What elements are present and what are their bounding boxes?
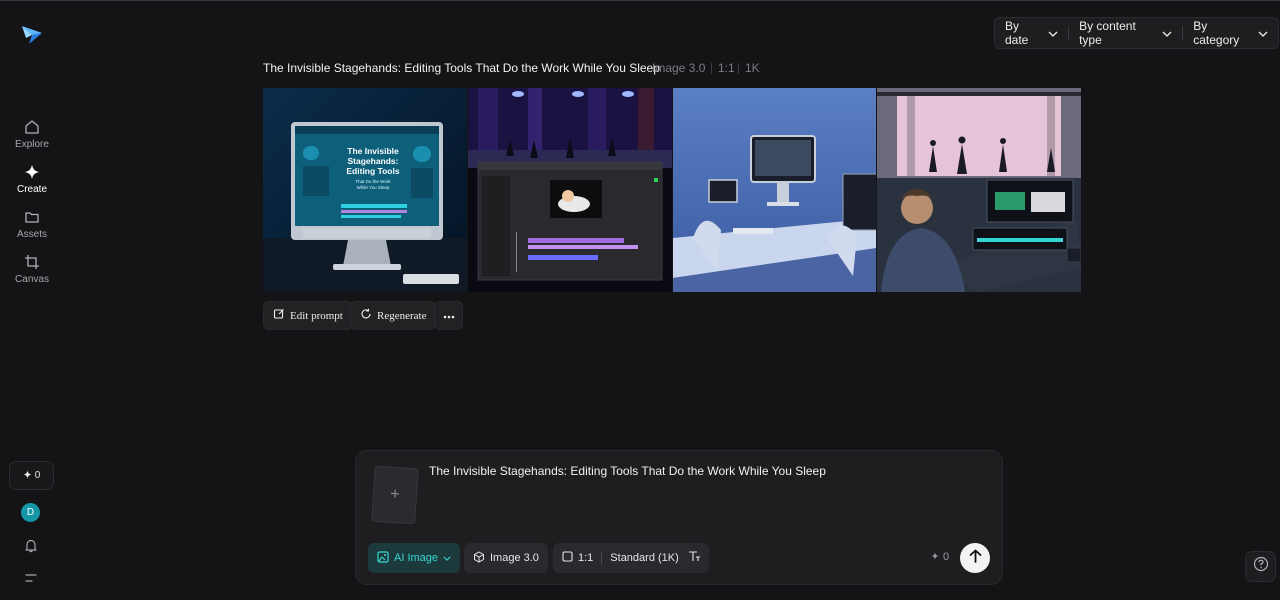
help-button[interactable] xyxy=(1245,551,1276,582)
credits-value: 0 xyxy=(34,470,41,481)
top-border xyxy=(0,0,1280,1)
result-title: The Invisible Stagehands: Editing Tools … xyxy=(263,61,660,75)
regenerate-button[interactable]: Regenerate xyxy=(350,301,437,330)
sparkle-icon xyxy=(23,470,32,482)
generation-cost: 0 xyxy=(931,551,949,563)
result-gallery: The Invisible Stagehands: Editing Tools … xyxy=(263,88,1081,292)
prompt-input[interactable]: The Invisible Stagehands: Editing Tools … xyxy=(429,464,969,478)
result-resolution: 1K xyxy=(745,61,760,75)
folder-icon xyxy=(23,208,41,226)
quality-label: Standard (1K) xyxy=(610,552,679,564)
credits-counter[interactable]: 0 xyxy=(9,461,54,490)
home-icon xyxy=(23,118,41,136)
image-text-line1: The Invisible xyxy=(347,146,399,156)
text-size-icon xyxy=(688,550,701,566)
divider xyxy=(601,552,603,564)
sidebar-item-label: Canvas xyxy=(15,274,49,285)
chevron-down-icon xyxy=(1162,26,1172,40)
edit-icon xyxy=(273,308,285,323)
sidebar-item-label: Assets xyxy=(16,229,47,240)
generated-image-4[interactable] xyxy=(877,88,1081,292)
image-text-line5: While You Sleep xyxy=(357,185,390,190)
model-label: Image 3.0 xyxy=(490,552,539,564)
model-selector[interactable]: Image 3.0 xyxy=(464,543,548,573)
cube-icon xyxy=(473,550,485,566)
sidebar-item-canvas[interactable]: Canvas xyxy=(0,253,64,285)
divider xyxy=(711,63,712,74)
image-icon xyxy=(377,550,389,566)
regenerate-label: Regenerate xyxy=(377,309,427,322)
image-text-line3: Editing Tools xyxy=(346,166,399,176)
upload-reference-button[interactable]: + xyxy=(371,465,419,525)
crop-icon xyxy=(23,253,41,271)
sidebar-item-label: Explore xyxy=(15,139,49,150)
edit-prompt-button[interactable]: Edit prompt xyxy=(263,301,353,330)
menu-icon[interactable] xyxy=(23,570,39,586)
cost-value: 0 xyxy=(943,551,950,563)
more-options-button[interactable] xyxy=(434,301,463,330)
sparkle-icon xyxy=(23,163,41,181)
app-logo-icon[interactable] xyxy=(20,22,44,46)
filter-by-date[interactable]: By date xyxy=(995,18,1068,48)
generated-image-1[interactable]: The Invisible Stagehands: Editing Tools … xyxy=(263,88,467,292)
result-model: Image 3.0 xyxy=(652,61,706,75)
sidebar-item-explore[interactable]: Explore xyxy=(0,118,64,150)
bell-icon[interactable] xyxy=(23,537,39,553)
mode-selector[interactable]: AI Image xyxy=(368,543,461,573)
square-icon xyxy=(562,551,573,565)
avatar[interactable]: D xyxy=(21,503,40,522)
refresh-icon xyxy=(360,308,372,323)
filter-label: By category xyxy=(1193,19,1240,47)
ratio-label: 1:1 xyxy=(578,552,594,564)
image-text-line4: That Do the Work xyxy=(355,179,391,184)
result-ratio: 1:1 xyxy=(718,61,735,75)
plus-icon: + xyxy=(389,485,401,504)
send-button[interactable] xyxy=(960,543,990,573)
filter-label: By date xyxy=(1005,19,1029,47)
edit-prompt-label: Edit prompt xyxy=(290,309,343,322)
generated-image-3[interactable] xyxy=(672,88,877,292)
chevron-down-icon xyxy=(443,552,451,564)
chevron-down-icon xyxy=(1048,26,1058,40)
filter-by-category[interactable]: By category xyxy=(1183,18,1278,48)
sidebar-item-label: Create xyxy=(16,184,47,195)
chevron-down-icon xyxy=(1258,26,1268,40)
generated-image-2[interactable] xyxy=(467,88,672,292)
filter-bar: By date By content type By category xyxy=(994,17,1279,49)
arrow-up-icon xyxy=(969,549,982,568)
divider xyxy=(738,63,739,74)
prompt-composer: + The Invisible Stagehands: Editing Tool… xyxy=(355,450,1003,585)
ratio-quality-selector[interactable]: 1:1 Standard (1K) xyxy=(553,543,688,573)
text-settings-button[interactable] xyxy=(680,543,709,573)
sidebar-item-assets[interactable]: Assets xyxy=(0,208,64,240)
more-icon xyxy=(443,310,455,322)
filter-label: By content type xyxy=(1079,19,1136,47)
sidebar: Explore Create Assets Canvas 0 D xyxy=(0,0,64,600)
image-text-line2: Stagehands: xyxy=(347,156,398,166)
mode-label: AI Image xyxy=(394,552,439,564)
sparkle-icon xyxy=(931,551,939,563)
sidebar-item-create[interactable]: Create xyxy=(0,163,64,195)
question-icon xyxy=(1253,556,1269,577)
filter-by-content-type[interactable]: By content type xyxy=(1069,18,1182,48)
